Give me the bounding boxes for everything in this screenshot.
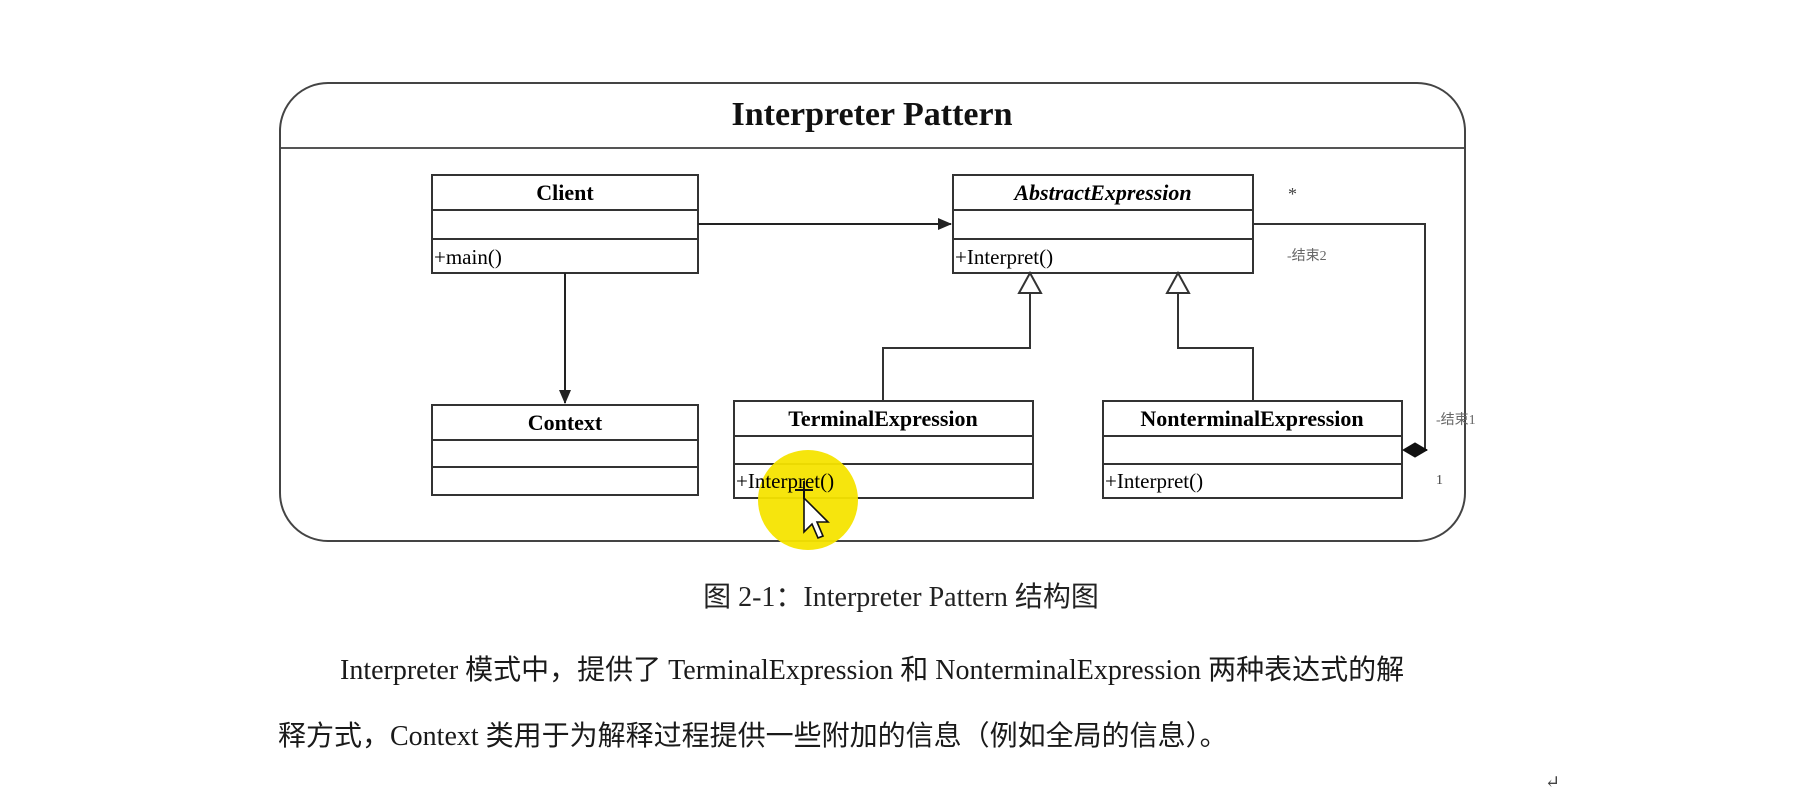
terminal-expression-class-name: TerminalExpression xyxy=(788,406,977,431)
paragraph-line-2: 释方式，Context 类用于为解释过程提供一些附加的信息（例如全局的信息）。 xyxy=(278,721,1228,752)
nonterminal-expression-class-name: NonterminalExpression xyxy=(1140,406,1363,431)
figure-caption: 图 2-1：Interpreter Pattern 结构图 xyxy=(703,582,1099,613)
multiplicity-star: * xyxy=(1288,184,1297,204)
nonterminal-expression-class-box: NonterminalExpression +Interpret() xyxy=(1102,400,1403,499)
document-page: Interpreter Pattern Client +main() Abstr… xyxy=(0,0,1802,812)
nonterminal-expression-method: +Interpret() xyxy=(1105,469,1203,493)
client-method: +main() xyxy=(434,245,502,269)
uml-diagram: Interpreter Pattern Client +main() Abstr… xyxy=(279,82,1476,550)
constraint-1-label: -结束1 xyxy=(1436,412,1476,428)
context-class-box: Context xyxy=(431,404,699,496)
abstract-expression-class-box: AbstractExpression +Interpret() xyxy=(952,174,1254,274)
cursor-highlight xyxy=(758,450,858,550)
abstract-expression-method: +Interpret() xyxy=(955,245,1053,269)
terminal-expression-method: +Interpret() xyxy=(736,469,834,493)
diagram-title: Interpreter Pattern xyxy=(731,96,1012,133)
paragraph-return-icon: ↵ xyxy=(1545,772,1561,792)
client-class-name: Client xyxy=(536,180,594,205)
constraint-2-label: -结束2 xyxy=(1287,248,1327,264)
context-class-name: Context xyxy=(528,410,603,435)
client-class-box: Client +main() xyxy=(431,174,699,274)
paragraph-line-1: Interpreter 模式中，提供了 TerminalExpression 和… xyxy=(340,655,1405,686)
multiplicity-one: 1 xyxy=(1436,473,1443,488)
abstract-expression-class-name: AbstractExpression xyxy=(1012,180,1191,205)
